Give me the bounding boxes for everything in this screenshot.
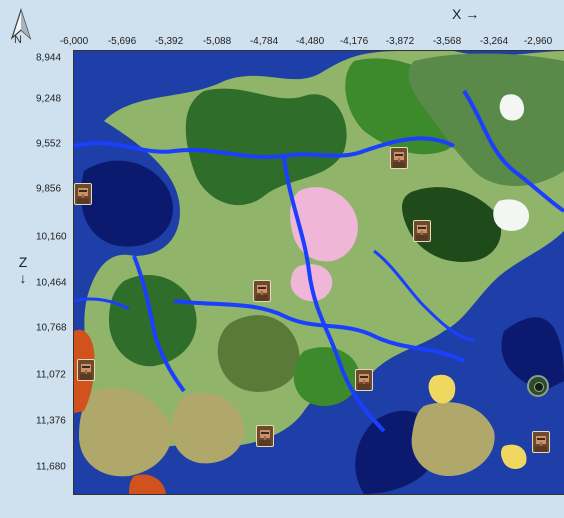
z-tick-label: 10,464 [36, 277, 67, 289]
z-axis-letter: Z [18, 254, 28, 270]
ender-eye-icon[interactable] [527, 374, 549, 397]
z-axis-arrow: ↓ [19, 270, 27, 286]
villager-icon[interactable] [389, 146, 408, 169]
map-border [73, 494, 564, 495]
villager-icon[interactable] [413, 219, 431, 242]
z-tick-label: 11,376 [36, 415, 66, 427]
x-tick-label: -3,264 [479, 36, 509, 47]
biome-map-canvas[interactable] [74, 51, 564, 494]
z-tick-label: 10,768 [36, 322, 67, 334]
x-tick-label: -3,568 [432, 36, 462, 47]
z-tick-label: 10,160 [36, 231, 67, 243]
biome-map[interactable] [74, 51, 564, 494]
x-tick-label: -4,176 [339, 36, 369, 47]
z-tick-label: 9,856 [36, 183, 62, 195]
x-tick-label: -6,000 [59, 36, 89, 47]
villager-icon[interactable] [355, 369, 373, 392]
z-tick-label: 11,072 [36, 369, 66, 381]
x-tick-label: -5,392 [154, 36, 184, 47]
x-tick-label: -4,784 [249, 36, 279, 47]
villager-icon[interactable] [73, 183, 92, 206]
villager-icon[interactable] [252, 279, 271, 302]
z-axis-title: Z ↓ [16, 254, 30, 286]
x-tick-label: -2,960 [523, 36, 553, 47]
x-axis-title: X → [452, 6, 480, 22]
villager-icon[interactable] [255, 424, 274, 447]
x-tick-label: -4,480 [295, 36, 325, 47]
villager-icon[interactable] [532, 430, 551, 453]
x-tick-label: -5,696 [107, 36, 137, 47]
x-tick-label: -3,872 [385, 36, 415, 47]
x-tick-label: -5,088 [202, 36, 232, 47]
villager-icon[interactable] [76, 358, 95, 381]
compass-north-label: N [14, 34, 22, 46]
z-tick-label: 8,944 [36, 52, 62, 64]
z-tick-label: 9,552 [36, 138, 62, 150]
z-tick-label: 11,680 [36, 461, 66, 473]
z-tick-label: 9,248 [36, 93, 62, 105]
